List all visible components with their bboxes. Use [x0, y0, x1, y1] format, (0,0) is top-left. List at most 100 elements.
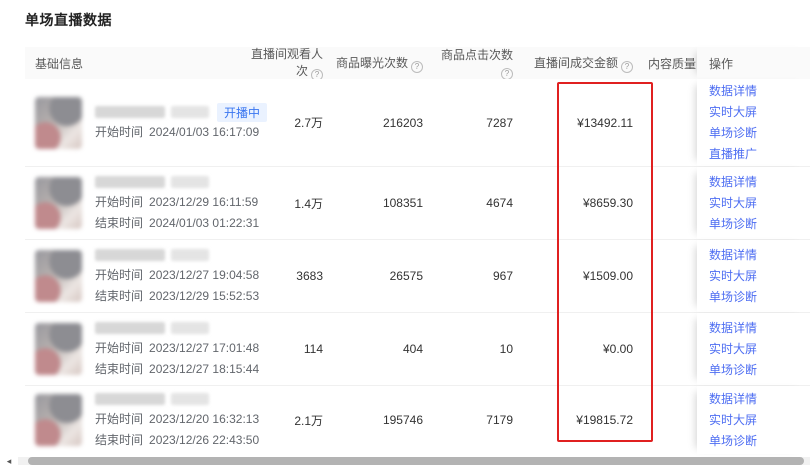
row-actions: 数据详情实时大屏单场诊断 — [697, 167, 810, 239]
views-value: 3683 — [240, 269, 330, 283]
time-line: 结束时间 2024/01/03 01:22:31 — [95, 214, 259, 232]
time-line: 开始时间2023/12/20 16:32:13 — [95, 410, 259, 428]
info-icon[interactable]: ? — [621, 61, 633, 73]
action-link[interactable]: 单场诊断 — [709, 287, 810, 308]
time-label: 结束时间 — [95, 216, 143, 230]
gmv-value: ¥0.00 — [520, 342, 640, 356]
scroll-left-arrow-icon[interactable]: ◂ — [0, 456, 18, 467]
page-title: 单场直播数据 — [25, 10, 810, 30]
col-header-actions: 操作 — [697, 47, 810, 79]
time-label: 开始时间 — [95, 195, 143, 209]
exposure-value: 404 — [330, 342, 430, 356]
views-value: 2.1万 — [240, 412, 330, 429]
session-info-text: 开始时间2023/12/20 16:32:13 结束时间 2023/12/26 22… — [95, 391, 259, 449]
action-link[interactable]: 实时大屏 — [709, 102, 810, 123]
blurred-text-bar — [95, 176, 165, 188]
gmv-value: ¥1509.00 — [520, 269, 640, 283]
action-link[interactable]: 直播推广 — [709, 144, 810, 165]
session-info-cell: 开始时间2023/12/29 16:11:59结束时间2024/01/03 01… — [25, 174, 240, 232]
scrollbar-track[interactable] — [18, 457, 810, 465]
gmv-value: ¥8659.30 — [520, 196, 640, 210]
col-header-quality: 内容质量 — [640, 55, 698, 72]
session-info-cell: 开始时间2023/12/20 16:32:13结束时间2023/12/26 22… — [25, 391, 240, 449]
session-info-text: 开始时间2023/12/27 19:04:58 结束时间2023/12/29 15… — [95, 247, 259, 305]
time-value: 2023/12/29 15:52:53 — [149, 289, 259, 303]
col-header-exposure: 商品曝光次数? — [330, 54, 430, 73]
action-link[interactable]: 数据详情 — [709, 172, 810, 193]
session-info-cell: 开播中 开始时间2024/01/03 16:17:09 — [25, 97, 240, 149]
clicks-value: 10 — [430, 342, 520, 356]
session-title-blurred — [95, 174, 259, 190]
blurred-text-bar — [171, 249, 209, 261]
blurred-text-bar — [171, 176, 209, 188]
exposure-value: 108351 — [330, 196, 430, 210]
col-header-gmv: 直播间成交金额? — [520, 54, 640, 73]
live-sessions-table: 基础信息直播间观看人次?商品曝光次数?商品点击次数?直播间成交金额?内容质量操作… — [25, 47, 810, 454]
session-cover-thumbnail — [35, 323, 82, 375]
time-label: 结束时间 — [95, 433, 143, 447]
scrollbar-thumb[interactable] — [28, 457, 804, 465]
blurred-text-bar — [171, 393, 209, 405]
clicks-value: 967 — [430, 269, 520, 283]
blurred-text-bar — [95, 106, 165, 118]
session-cover-thumbnail — [35, 394, 82, 446]
views-value: 2.7万 — [240, 114, 330, 131]
action-link[interactable]: 单场诊断 — [709, 123, 810, 144]
exposure-value: 26575 — [330, 269, 430, 283]
action-link[interactable]: 数据详情 — [709, 81, 810, 102]
table-header: 基础信息直播间观看人次?商品曝光次数?商品点击次数?直播间成交金额?内容质量操作 — [25, 47, 810, 79]
horizontal-scrollbar: ◂ — [0, 456, 810, 466]
time-line: 结束时间2023/12/29 15:52:53 — [95, 287, 259, 305]
time-line: 开始时间2023/12/27 19:04:58 — [95, 266, 259, 284]
session-cover-thumbnail — [35, 97, 82, 149]
time-value: 2023/12/27 18:15:44 — [149, 362, 259, 376]
time-line: 开始时间2023/12/29 16:11:59 — [95, 193, 259, 211]
session-info-cell: 开始时间2023/12/27 17:01:48结束时间2023/12/27 18… — [25, 320, 240, 378]
time-value: 2023/12/26 22:43:50 — [149, 433, 259, 447]
time-line: 开始时间2023/12/27 17:01:48 — [95, 339, 259, 357]
views-value: 114 — [240, 342, 330, 356]
session-info-text: 开始时间2023/12/27 17:01:48 结束时间 2023/12/27 18… — [95, 320, 259, 378]
action-link[interactable]: 数据详情 — [709, 245, 810, 266]
action-link[interactable]: 数据详情 — [709, 318, 810, 339]
clicks-value: 7179 — [430, 413, 520, 427]
blurred-text-bar — [171, 322, 209, 334]
action-link[interactable]: 实时大屏 — [709, 410, 810, 431]
col-header-clicks: 商品点击次数? — [430, 46, 520, 80]
action-link[interactable]: 单场诊断 — [709, 214, 810, 235]
table-row: 开始时间2023/12/27 17:01:48 结束时间 2023/12/27 18… — [25, 313, 810, 386]
time-value: 2024/01/03 01:22:31 — [149, 216, 259, 230]
gmv-value: ¥19815.72 — [520, 413, 640, 427]
action-link[interactable]: 数据详情 — [709, 389, 810, 410]
views-value: 1.4万 — [240, 195, 330, 212]
blurred-text-bar — [95, 249, 165, 261]
table-body: 开播中 开始时间2024/01/03 16:17:09 2.7万 216203 … — [25, 79, 810, 454]
session-title-blurred — [95, 320, 259, 336]
time-label: 开始时间 — [95, 341, 143, 355]
action-link[interactable]: 实时大屏 — [709, 266, 810, 287]
action-link[interactable]: 实时大屏 — [709, 339, 810, 360]
table-row: 开始时间2023/12/29 16:11:59 结束时间 2024/01/03 01… — [25, 167, 810, 240]
session-cover-thumbnail — [35, 177, 82, 229]
row-actions: 数据详情实时大屏单场诊断直播推广 — [697, 79, 810, 166]
row-actions: 数据详情实时大屏单场诊断 — [697, 240, 810, 312]
table-row: 开始时间2023/12/27 19:04:58 结束时间2023/12/29 15… — [25, 240, 810, 313]
time-label: 开始时间 — [95, 125, 143, 139]
time-line: 结束时间 2023/12/27 18:15:44 — [95, 360, 259, 378]
session-cover-thumbnail — [35, 250, 82, 302]
exposure-value: 216203 — [330, 116, 430, 130]
row-actions: 数据详情实时大屏单场诊断 — [697, 386, 810, 454]
col-header-views: 直播间观看人次? — [240, 45, 330, 81]
time-label: 结束时间 — [95, 362, 143, 376]
table-row: 开始时间2023/12/20 16:32:13 结束时间 2023/12/26 22… — [25, 386, 810, 454]
table-row: 开播中 开始时间2024/01/03 16:17:09 2.7万 216203 … — [25, 79, 810, 167]
col-header-basic-info: 基础信息 — [25, 55, 240, 72]
time-line: 结束时间 2023/12/26 22:43:50 — [95, 431, 259, 449]
info-icon[interactable]: ? — [411, 61, 423, 73]
blurred-text-bar — [95, 322, 165, 334]
action-link[interactable]: 单场诊断 — [709, 360, 810, 381]
row-actions: 数据详情实时大屏单场诊断 — [697, 313, 810, 385]
action-link[interactable]: 单场诊断 — [709, 431, 810, 452]
session-title-blurred — [95, 247, 259, 263]
action-link[interactable]: 实时大屏 — [709, 193, 810, 214]
